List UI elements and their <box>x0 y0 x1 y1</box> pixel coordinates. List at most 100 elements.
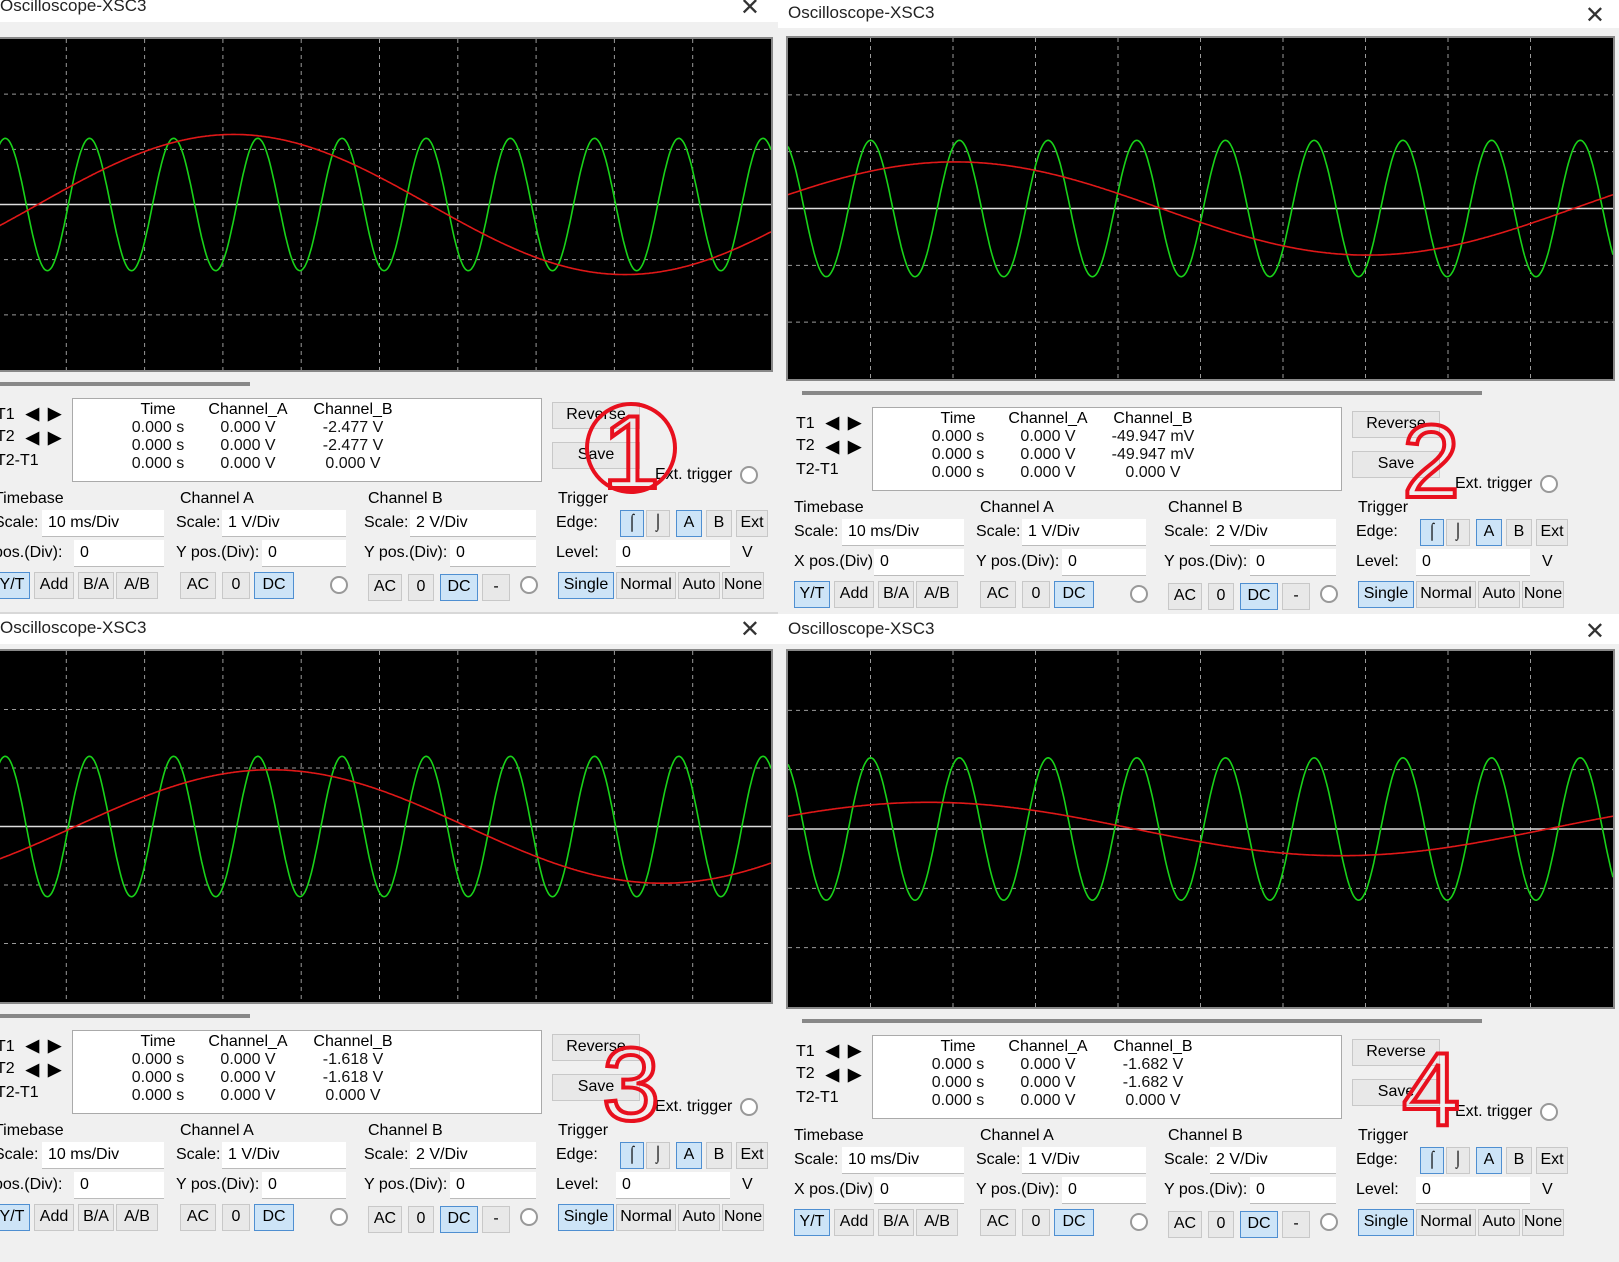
channel-b-coupling-1[interactable]: 0 <box>408 1206 434 1233</box>
channel-b-ypos-field[interactable]: 0 <box>450 1172 536 1199</box>
ext-trigger-radio[interactable] <box>1540 475 1558 493</box>
ext-trigger-radio[interactable] <box>1540 1103 1558 1121</box>
channel-a-coupling-1[interactable]: 0 <box>1022 1209 1050 1236</box>
close-icon[interactable]: ✕ <box>740 615 760 644</box>
channel-b-radio[interactable] <box>520 576 538 594</box>
channel-b-scale-field[interactable]: 2 V/Div <box>410 510 536 537</box>
channel-a-scale-field[interactable]: 1 V/Div <box>1022 519 1146 546</box>
channel-b-coupling-3[interactable]: - <box>482 1206 510 1233</box>
close-icon[interactable]: ✕ <box>740 0 760 22</box>
timebase-mode-ab[interactable]: A/B <box>916 1209 958 1236</box>
timebase-mode-ab[interactable]: A/B <box>116 1204 158 1231</box>
channel-b-radio[interactable] <box>1320 585 1338 603</box>
rising-edge-icon[interactable]: ⌠ <box>620 510 644 537</box>
trigger-level-field[interactable]: 0 <box>1416 1177 1530 1204</box>
timebase-scale-field[interactable]: 10 ms/Div <box>42 1142 164 1169</box>
channel-b-ypos-field[interactable]: 0 <box>1250 549 1336 576</box>
x-position-field[interactable]: 0 <box>74 540 164 567</box>
trigger-mode-single[interactable]: Single <box>558 1204 614 1231</box>
cursor-right-icon[interactable]: ▶ <box>48 1060 61 1080</box>
channel-b-coupling-2[interactable]: DC <box>440 1206 478 1233</box>
cursor-left-icon[interactable]: ◀ <box>826 437 839 457</box>
timebase-mode-ba[interactable]: B/A <box>78 1204 114 1231</box>
trigger-level-field[interactable]: 0 <box>1416 549 1530 576</box>
timebase-mode-add[interactable]: Add <box>834 581 874 608</box>
channel-a-coupling-1[interactable]: 0 <box>222 572 250 599</box>
trigger-mode-none[interactable]: None <box>1522 1209 1564 1236</box>
channel-a-coupling-1[interactable]: 0 <box>222 1204 250 1231</box>
cursor-right-icon[interactable]: ▶ <box>848 1041 861 1061</box>
trigger-mode-auto[interactable]: Auto <box>1478 581 1520 608</box>
timebase-mode-ba[interactable]: B/A <box>878 1209 914 1236</box>
trigger-source-ext[interactable]: Ext <box>736 1142 768 1169</box>
x-position-field[interactable]: 0 <box>874 549 964 576</box>
close-icon[interactable]: ✕ <box>1585 617 1605 646</box>
trigger-source-b[interactable]: B <box>1506 1147 1532 1174</box>
save-button[interactable]: Save <box>552 1074 640 1101</box>
trigger-source-ext[interactable]: Ext <box>736 510 768 537</box>
trigger-source-a[interactable]: A <box>676 510 702 537</box>
trigger-mode-single[interactable]: Single <box>558 572 614 599</box>
channel-a-coupling-2[interactable]: DC <box>254 1204 294 1231</box>
channel-b-scale-field[interactable]: 2 V/Div <box>1210 1147 1336 1174</box>
save-button[interactable]: Save <box>552 442 640 469</box>
channel-b-radio[interactable] <box>1320 1213 1338 1231</box>
cursor-right-icon[interactable]: ▶ <box>848 1065 861 1085</box>
trigger-source-ext[interactable]: Ext <box>1536 519 1568 546</box>
channel-a-radio[interactable] <box>1130 585 1148 603</box>
reverse-button[interactable]: Reverse <box>552 1034 640 1061</box>
channel-b-ypos-field[interactable]: 0 <box>450 540 536 567</box>
channel-a-coupling-0[interactable]: AC <box>180 572 216 599</box>
channel-a-coupling-2[interactable]: DC <box>254 572 294 599</box>
trigger-mode-normal[interactable]: Normal <box>1416 1209 1476 1236</box>
horizontal-scrollbar[interactable] <box>0 1014 250 1018</box>
channel-a-scale-field[interactable]: 1 V/Div <box>222 510 346 537</box>
channel-b-ypos-field[interactable]: 0 <box>1250 1177 1336 1204</box>
trigger-mode-auto[interactable]: Auto <box>678 1204 720 1231</box>
ext-trigger-radio[interactable] <box>740 466 758 484</box>
trigger-mode-single[interactable]: Single <box>1358 581 1414 608</box>
timebase-mode-ab[interactable]: A/B <box>116 572 158 599</box>
channel-a-radio[interactable] <box>1130 1213 1148 1231</box>
channel-b-scale-field[interactable]: 2 V/Div <box>1210 519 1336 546</box>
falling-edge-icon[interactable]: ⌡ <box>1446 519 1470 546</box>
trigger-mode-none[interactable]: None <box>722 572 764 599</box>
trigger-source-a[interactable]: A <box>676 1142 702 1169</box>
cursor-left-icon[interactable]: ◀ <box>26 1036 39 1056</box>
timebase-scale-field[interactable]: 10 ms/Div <box>42 510 164 537</box>
reverse-button[interactable]: Reverse <box>552 402 640 429</box>
channel-b-coupling-0[interactable]: AC <box>1168 583 1202 610</box>
channel-a-scale-field[interactable]: 1 V/Div <box>1022 1147 1146 1174</box>
channel-b-coupling-0[interactable]: AC <box>368 1206 402 1233</box>
channel-a-radio[interactable] <box>330 576 348 594</box>
channel-b-coupling-1[interactable]: 0 <box>1208 1211 1234 1238</box>
channel-a-ypos-field[interactable]: 0 <box>1062 1177 1146 1204</box>
falling-edge-icon[interactable]: ⌡ <box>1446 1147 1470 1174</box>
timebase-mode-add[interactable]: Add <box>34 572 74 599</box>
trigger-mode-none[interactable]: None <box>722 1204 764 1231</box>
channel-a-ypos-field[interactable]: 0 <box>262 1172 346 1199</box>
channel-a-radio[interactable] <box>330 1208 348 1226</box>
trigger-source-ext[interactable]: Ext <box>1536 1147 1568 1174</box>
timebase-mode-ba[interactable]: B/A <box>878 581 914 608</box>
cursor-left-icon[interactable]: ◀ <box>826 413 839 433</box>
timebase-mode-add[interactable]: Add <box>834 1209 874 1236</box>
cursor-right-icon[interactable]: ▶ <box>48 1036 61 1056</box>
trigger-mode-none[interactable]: None <box>1522 581 1564 608</box>
timebase-mode-ab[interactable]: A/B <box>916 581 958 608</box>
timebase-mode-ba[interactable]: B/A <box>78 572 114 599</box>
channel-a-coupling-0[interactable]: AC <box>980 1209 1016 1236</box>
channel-a-ypos-field[interactable]: 0 <box>1062 549 1146 576</box>
trigger-source-b[interactable]: B <box>706 510 732 537</box>
timebase-scale-field[interactable]: 10 ms/Div <box>842 519 964 546</box>
channel-b-coupling-1[interactable]: 0 <box>1208 583 1234 610</box>
x-position-field[interactable]: 0 <box>874 1177 964 1204</box>
channel-a-coupling-2[interactable]: DC <box>1054 1209 1094 1236</box>
trigger-mode-normal[interactable]: Normal <box>1416 581 1476 608</box>
trigger-mode-normal[interactable]: Normal <box>616 572 676 599</box>
horizontal-scrollbar[interactable] <box>0 382 250 386</box>
trigger-source-a[interactable]: A <box>1476 1147 1502 1174</box>
channel-a-coupling-2[interactable]: DC <box>1054 581 1094 608</box>
channel-b-coupling-3[interactable]: - <box>482 574 510 601</box>
close-icon[interactable]: ✕ <box>1585 1 1605 30</box>
